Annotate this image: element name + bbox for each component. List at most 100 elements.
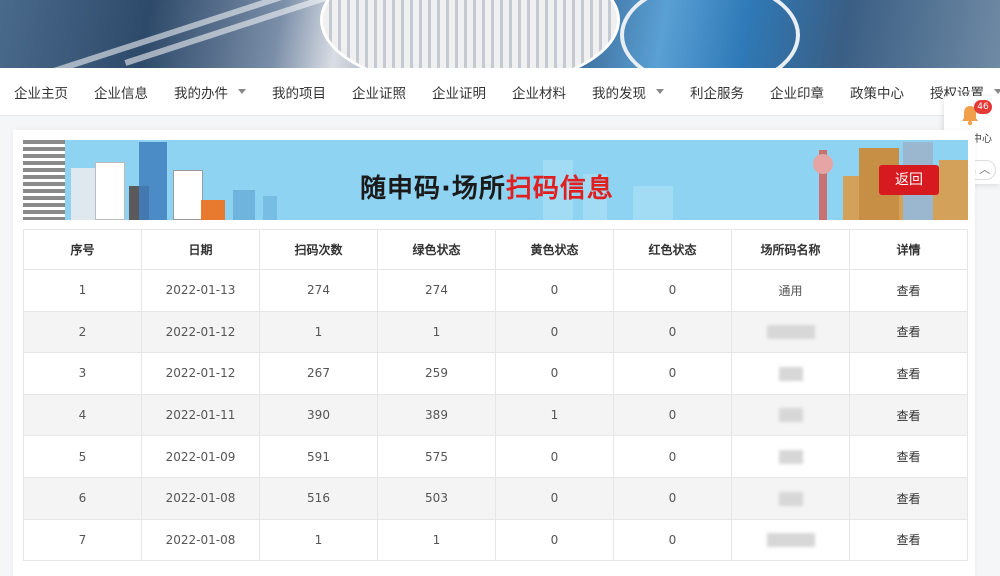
table-header-row: 序号 日期 扫码次数 绿色状态 黄色状态 红色状态 场所码名称 详情 <box>23 229 968 270</box>
cell-date: 2022-01-09 <box>141 435 260 478</box>
nav-item-label: 企业材料 <box>512 85 566 102</box>
view-detail-link[interactable]: 查看 <box>896 492 920 506</box>
nav-item-label: 利企服务 <box>690 85 744 102</box>
cell-red: 0 <box>613 352 732 395</box>
building-illustration <box>23 140 65 220</box>
top-nav: 企业主页 企业信息 我的办件 我的项目 企业证照 企业证明 企业材料 我的发现 利企服务 企业印章… <box>0 68 1000 116</box>
table-row: 1 2022-01-13 274 274 0 0 通用 查看 <box>23 269 968 312</box>
cell-no: 5 <box>23 435 142 478</box>
redacted-venue-name <box>778 449 803 464</box>
nav-item-0[interactable]: 企业主页 <box>14 82 68 102</box>
cell-detail[interactable]: 查看 <box>849 476 968 520</box>
cell-red: 0 <box>613 269 732 312</box>
hero-banner-image <box>0 0 1000 68</box>
caret-down-icon <box>994 89 1000 94</box>
view-detail-link[interactable]: 查看 <box>896 367 920 381</box>
cell-yellow: 0 <box>495 435 614 478</box>
cell-red: 0 <box>613 518 732 562</box>
cell-red: 0 <box>613 310 732 354</box>
cell-no: 4 <box>23 393 142 437</box>
redacted-venue-name <box>766 533 815 548</box>
cell-name <box>731 393 850 437</box>
cell-detail[interactable]: 查看 <box>849 393 968 437</box>
page-banner: 随申码·场所扫码信息 返回 <box>23 140 968 220</box>
view-detail-link[interactable]: 查看 <box>896 533 920 547</box>
table-row: 3 2022-01-12 267 259 0 0 查看 <box>23 352 968 395</box>
cell-green: 259 <box>377 352 496 395</box>
cell-yellow: 0 <box>495 310 614 354</box>
cell-detail[interactable]: 查看 <box>849 269 968 312</box>
redacted-venue-name <box>778 366 803 381</box>
nav-item-3[interactable]: 我的项目 <box>272 82 326 102</box>
cell-green: 575 <box>377 435 496 478</box>
cell-scans: 1 <box>259 518 378 562</box>
view-detail-link[interactable]: 查看 <box>896 325 920 339</box>
cell-name <box>731 435 850 478</box>
cell-name: 通用 <box>731 269 850 312</box>
nav-item-8[interactable]: 利企服务 <box>690 82 744 102</box>
view-detail-link[interactable]: 查看 <box>896 409 920 423</box>
cell-scans: 267 <box>259 352 378 395</box>
cell-detail[interactable]: 查看 <box>849 310 968 354</box>
cell-scans: 516 <box>259 476 378 520</box>
nav-item-7[interactable]: 我的发现 <box>592 82 664 102</box>
cell-detail[interactable]: 查看 <box>849 518 968 562</box>
banner-title: 随申码·场所扫码信息 <box>360 168 614 205</box>
cell-name <box>731 310 850 354</box>
notification-badge: 46 <box>974 100 992 114</box>
nav-item-label: 企业信息 <box>94 85 148 102</box>
nav-item-4[interactable]: 企业证照 <box>352 82 406 102</box>
main-card: 随申码·场所扫码信息 返回 序号 日期 扫码次数 绿色状态 黄色状态 红色状态 场所码名称详… <box>13 130 975 576</box>
cell-date: 2022-01-08 <box>141 518 260 562</box>
cell-date: 2022-01-11 <box>141 393 260 437</box>
cell-red: 0 <box>613 393 732 437</box>
redacted-venue-name <box>778 491 803 506</box>
table-row: 6 2022-01-08 516 503 0 0 查看 <box>23 476 968 520</box>
cell-detail[interactable]: 查看 <box>849 435 968 478</box>
cell-name <box>731 518 850 562</box>
nav-item-2[interactable]: 我的办件 <box>174 82 246 102</box>
nav-item-9[interactable]: 企业印章 <box>770 82 824 102</box>
cell-date: 2022-01-13 <box>141 269 260 312</box>
cell-detail[interactable]: 查看 <box>849 352 968 395</box>
column-header: 序号 <box>23 229 142 270</box>
table-body: 1 2022-01-13 274 274 0 0 通用 查看 2 2022-01-12 1 1 0 0 查看… <box>23 269 968 562</box>
chevron-up-icon: ︿ <box>979 163 991 176</box>
nav-item-label: 我的项目 <box>272 85 326 102</box>
cell-no: 7 <box>23 518 142 562</box>
table-row: 4 2022-01-11 390 389 1 0 查看 <box>23 393 968 437</box>
column-header: 绿色状态 <box>377 229 496 270</box>
redacted-venue-name <box>778 408 803 423</box>
cell-scans: 1 <box>259 310 378 354</box>
table-row: 2 2022-01-12 1 1 0 0 查看 <box>23 310 968 354</box>
view-detail-link[interactable]: 查看 <box>896 450 920 464</box>
nav-item-label: 企业印章 <box>770 85 824 102</box>
cell-scans: 591 <box>259 435 378 478</box>
nav-item-10[interactable]: 政策中心 <box>850 82 904 102</box>
nav-item-1[interactable]: 企业信息 <box>94 82 148 102</box>
column-header: 红色状态 <box>613 229 732 270</box>
nav-item-label: 企业证照 <box>352 85 406 102</box>
nav-item-6[interactable]: 企业材料 <box>512 82 566 102</box>
banner-title-highlight: 扫码信息 <box>505 174 614 204</box>
cell-green: 274 <box>377 269 496 312</box>
back-button[interactable]: 返回 <box>879 165 939 195</box>
redacted-venue-name <box>766 325 815 340</box>
cell-no: 2 <box>23 310 142 354</box>
nav-item-5[interactable]: 企业证明 <box>432 82 486 102</box>
view-detail-link[interactable]: 查看 <box>896 284 920 298</box>
cell-yellow: 0 <box>495 476 614 520</box>
cell-yellow: 1 <box>495 393 614 437</box>
caret-down-icon <box>238 89 246 94</box>
column-header: 扫码次数 <box>259 229 378 270</box>
cell-no: 6 <box>23 476 142 520</box>
cell-no: 1 <box>23 269 142 312</box>
cell-red: 0 <box>613 435 732 478</box>
cell-green: 389 <box>377 393 496 437</box>
cell-yellow: 0 <box>495 352 614 395</box>
cell-yellow: 0 <box>495 518 614 562</box>
nav-item-label: 我的办件 <box>174 85 228 102</box>
cell-date: 2022-01-12 <box>141 310 260 354</box>
cell-green: 503 <box>377 476 496 520</box>
cell-green: 1 <box>377 518 496 562</box>
